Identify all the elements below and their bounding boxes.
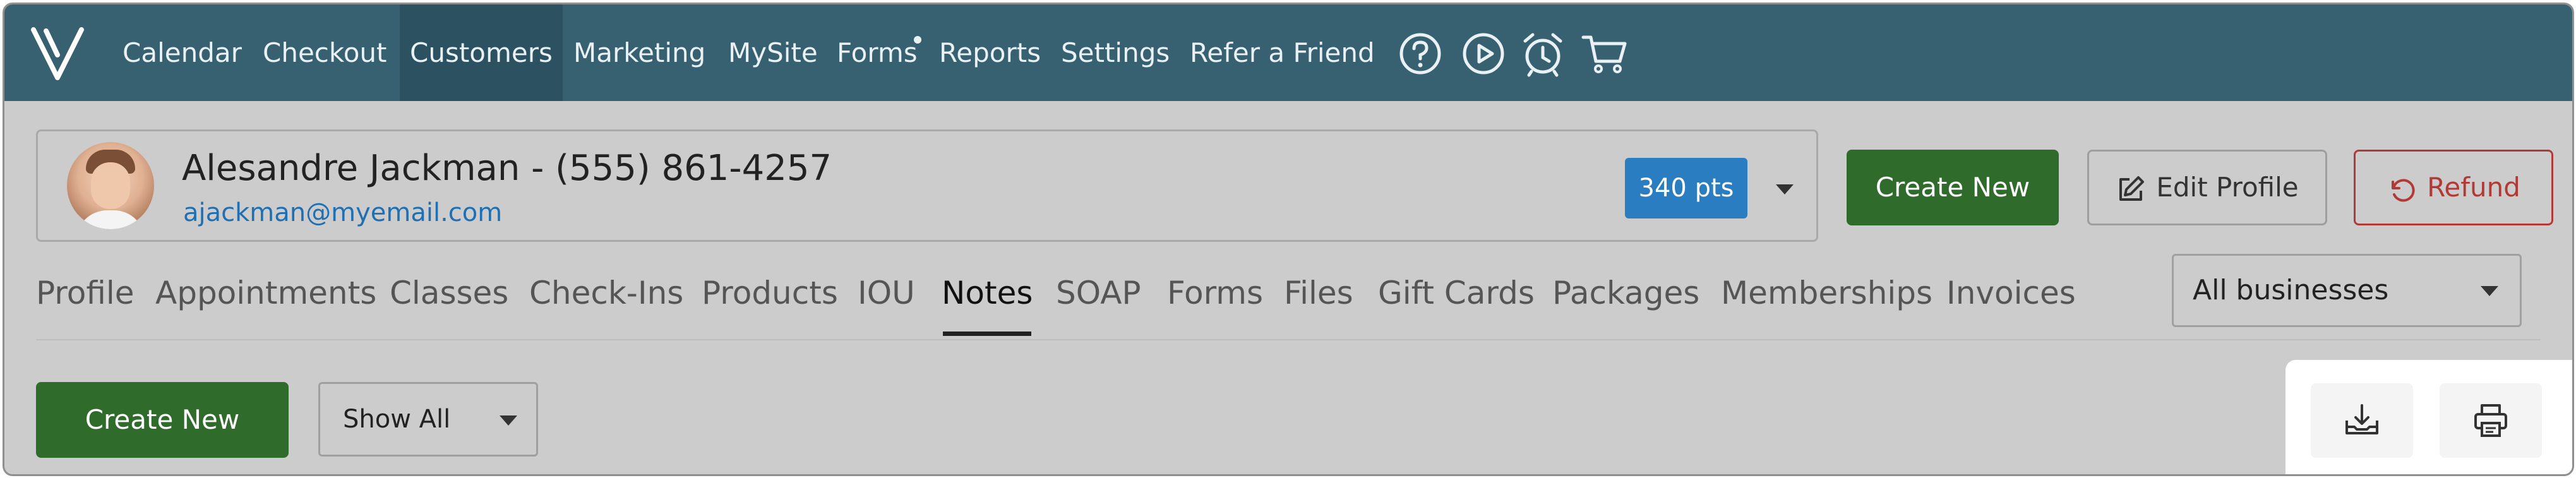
customer-avatar[interactable]	[67, 142, 154, 229]
edit-profile-button[interactable]: Edit Profile	[2087, 150, 2327, 225]
help-circle-icon[interactable]	[1396, 30, 1444, 78]
edit-icon	[2119, 176, 2145, 201]
app-window: Calendar Checkout Customers Marketing My…	[3, 3, 2574, 476]
nav-marketing[interactable]: Marketing	[573, 4, 705, 101]
tab-soap[interactable]: SOAP	[1056, 275, 1141, 311]
nav-mysite[interactable]: MySite	[728, 4, 818, 101]
cart-icon[interactable]	[1581, 30, 1629, 78]
download-icon	[2345, 404, 2378, 434]
tab-classes[interactable]: Classes	[390, 275, 508, 311]
nav-settings[interactable]: Settings	[1061, 4, 1170, 101]
tab-check-ins[interactable]: Check-Ins	[529, 275, 683, 311]
vagaro-logo-icon[interactable]	[27, 23, 88, 84]
loyalty-points-badge[interactable]: 340 pts	[1625, 158, 1747, 218]
points-dropdown-caret-icon[interactable]	[1776, 184, 1794, 194]
tab-memberships[interactable]: Memberships	[1721, 275, 1932, 311]
tab-notes[interactable]: Notes	[942, 275, 1033, 311]
nav-calendar[interactable]: Calendar	[123, 4, 242, 101]
tab-profile[interactable]: Profile	[36, 275, 134, 311]
printer-icon	[2474, 404, 2507, 437]
download-button[interactable]	[2311, 383, 2413, 458]
play-circle-icon[interactable]	[1459, 30, 1507, 78]
create-new-note-button[interactable]: Create New	[36, 382, 289, 458]
customer-name-phone: Alesandre Jackman - (555) 861-4257	[182, 148, 832, 189]
export-actions-panel	[2285, 360, 2572, 474]
business-filter-value: All businesses	[2193, 274, 2389, 306]
nav-reports[interactable]: Reports	[939, 4, 1041, 101]
edit-profile-label: Edit Profile	[2156, 172, 2299, 203]
chevron-down-icon	[500, 415, 517, 426]
tab-products[interactable]: Products	[702, 275, 838, 311]
nav-customers[interactable]: Customers	[400, 4, 563, 101]
tab-forms[interactable]: Forms	[1167, 275, 1263, 311]
tabs-divider	[36, 339, 2541, 340]
tab-packages[interactable]: Packages	[1552, 275, 1699, 311]
print-button[interactable]	[2440, 383, 2542, 458]
customer-summary-card: Alesandre Jackman - (555) 861-4257 ajack…	[36, 129, 1818, 242]
nav-checkout[interactable]: Checkout	[263, 4, 387, 101]
refund-button[interactable]: Refund	[2354, 150, 2553, 225]
tab-files[interactable]: Files	[1284, 275, 1353, 311]
active-tab-indicator	[943, 332, 1031, 336]
forms-notification-dot	[914, 36, 921, 44]
alarm-clock-icon[interactable]	[1519, 30, 1567, 78]
undo-icon	[2392, 179, 2415, 201]
create-new-button[interactable]: Create New	[1847, 150, 2059, 225]
tab-appointments[interactable]: Appointments	[155, 275, 376, 311]
nav-forms[interactable]: Forms	[837, 4, 918, 101]
notes-filter-select[interactable]: Show All	[318, 382, 538, 457]
refund-label: Refund	[2427, 172, 2520, 203]
top-nav: Calendar Checkout Customers Marketing My…	[4, 4, 2572, 101]
customer-email-link[interactable]: ajackman@myemail.com	[183, 198, 502, 227]
nav-refer-a-friend[interactable]: Refer a Friend	[1190, 4, 1375, 101]
tab-iou[interactable]: IOU	[858, 275, 915, 311]
business-filter-select[interactable]: All businesses	[2172, 254, 2522, 327]
chevron-down-icon	[2481, 286, 2498, 296]
tab-invoices[interactable]: Invoices	[1946, 275, 2076, 311]
notes-filter-value: Show All	[343, 405, 451, 434]
tab-gift-cards[interactable]: Gift Cards	[1378, 275, 1535, 311]
